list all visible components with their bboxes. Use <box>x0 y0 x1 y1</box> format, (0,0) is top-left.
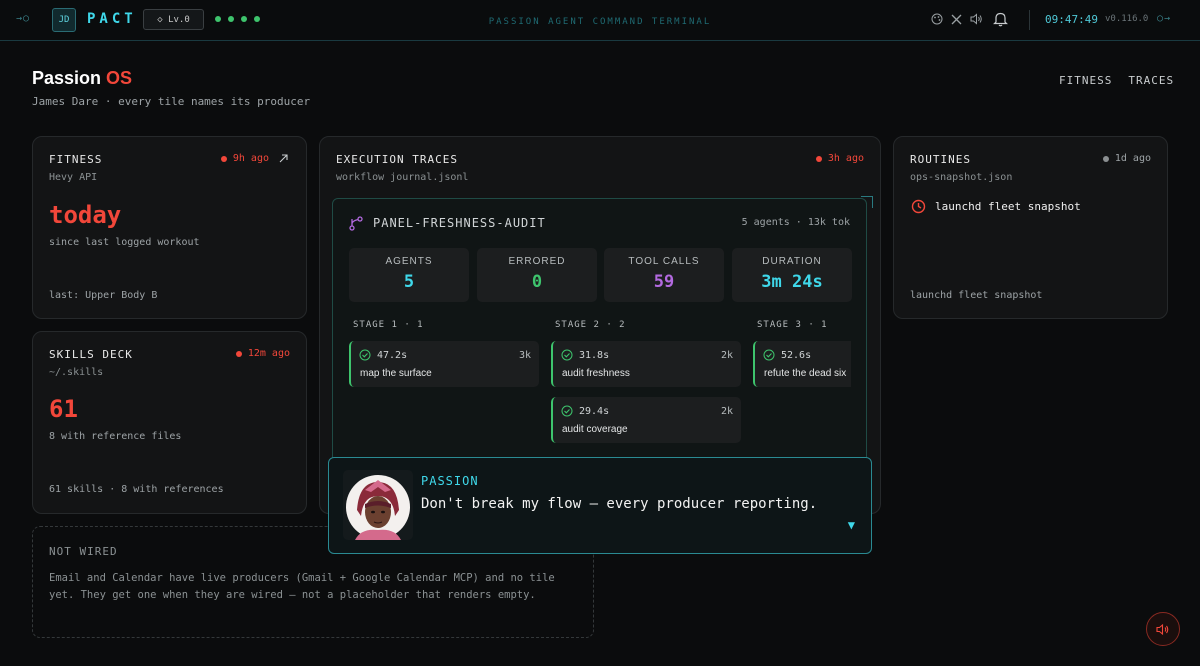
freshness-dot <box>220 155 227 162</box>
x-logo-icon[interactable] <box>951 14 962 25</box>
stat-tool-calls: TOOL CALLS 59 <box>604 248 724 302</box>
speaker-name: PASSION <box>421 474 479 488</box>
stat-agents: AGENTS 5 <box>349 248 469 302</box>
check-circle-icon <box>763 349 775 361</box>
character-portrait <box>343 470 413 540</box>
agent-card[interactable]: 52.6s refute the dead six <box>753 341 851 387</box>
card-source: ~/.skills <box>49 367 104 378</box>
stat-errored: ERRORED 0 <box>477 248 597 302</box>
title-main: Passion <box>32 68 102 88</box>
volume-icon <box>1156 623 1169 635</box>
page-title: Passion OS <box>32 68 132 89</box>
stat-value: 59 <box>653 272 675 292</box>
agent-name: map the surface <box>360 368 432 379</box>
check-circle-icon <box>561 405 573 417</box>
agent-name: audit coverage <box>562 424 628 435</box>
character-dialog[interactable]: PASSION Don't break my flow — every prod… <box>328 457 872 554</box>
stat-label: ERRORED <box>508 256 566 267</box>
not-wired-title: NOT WIRED <box>49 545 118 558</box>
card-source: ops-snapshot.json <box>910 172 1013 183</box>
stat-value: 0 <box>531 272 543 292</box>
volume-icon[interactable] <box>970 13 983 25</box>
freshness-dot <box>815 155 822 162</box>
stat-value: 5 <box>403 272 415 292</box>
age-label: 3h ago <box>827 153 864 164</box>
stage-label: STAGE 1 · 1 <box>353 320 424 330</box>
palette-icon[interactable] <box>931 13 943 25</box>
agent-time: 52.6s <box>781 350 812 361</box>
check-circle-icon <box>561 349 573 361</box>
stat-label: DURATION <box>762 256 822 267</box>
routines-card[interactable]: ROUTINES 1d ago ops-snapshot.json launch… <box>893 136 1168 319</box>
top-bar: →○ JD PACT ◇ Lv.0 PASSION AGENT COMMAND … <box>0 0 1200 41</box>
agent-tokens: 2k <box>720 406 733 417</box>
card-title: FITNESS <box>49 153 103 166</box>
headline-value: today <box>49 201 122 229</box>
headline-value: 61 <box>49 395 78 423</box>
freshness-badge: 9h ago <box>220 153 288 164</box>
stat-label: AGENTS <box>385 256 433 267</box>
agent-tokens: 3k <box>518 350 531 361</box>
stage-label: STAGE 3 · 1 <box>757 320 828 330</box>
age-label: 1d ago <box>1114 153 1151 164</box>
workflow-panel[interactable]: PANEL-FRESHNESS-AUDIT 5 agents · 13k tok… <box>332 196 873 478</box>
check-circle-icon <box>359 349 371 361</box>
title-accent: OS <box>106 68 133 88</box>
stat-value: 3m 24s <box>761 272 823 292</box>
nav-link-fitness[interactable]: FITNESS <box>1059 74 1112 87</box>
clock: 09:47:49 <box>1045 13 1098 26</box>
agent-card[interactable]: 31.8s 2k audit freshness <box>551 341 741 387</box>
agent-name: audit freshness <box>562 368 630 379</box>
routine-item: launchd fleet snapshot <box>935 200 1081 213</box>
clock-icon <box>911 199 926 214</box>
page-subtitle: James Dare · every tile names its produc… <box>32 95 311 108</box>
panel-corner <box>861 196 873 208</box>
top-nav: FITNESS TRACES <box>1059 74 1174 87</box>
external-link-icon[interactable] <box>279 154 288 163</box>
not-wired-body: Email and Calendar have live producers (… <box>49 572 555 601</box>
version-label: v0.116.0 <box>1105 14 1149 24</box>
nav-link-traces[interactable]: TRACES <box>1128 74 1174 87</box>
workflow-name: PANEL-FRESHNESS-AUDIT <box>373 216 546 230</box>
agent-time: 29.4s <box>579 406 610 417</box>
card-title: ROUTINES <box>910 153 971 166</box>
workflow-meta: 5 agents · 13k tok <box>741 217 850 228</box>
freshness-dot <box>1102 155 1109 162</box>
headline-caption: since last logged workout <box>49 237 200 248</box>
card-title: EXECUTION TRACES <box>336 153 458 166</box>
topbar-icons <box>931 13 983 25</box>
dialog-text: Don't break my flow — every producer rep… <box>421 496 818 512</box>
agent-time: 47.2s <box>377 350 408 361</box>
agent-card[interactable]: 29.4s 2k audit coverage <box>551 397 741 443</box>
stat-label: TOOL CALLS <box>628 256 700 267</box>
freshness-badge: 1d ago <box>1102 153 1151 164</box>
age-label: 9h ago <box>232 153 269 164</box>
card-footer: 61 skills · 8 with references <box>49 484 224 495</box>
age-label: 12m ago <box>247 348 290 359</box>
bell-icon[interactable] <box>993 11 1008 31</box>
headline-caption: 8 with reference files <box>49 431 182 442</box>
card-source: Hevy API <box>49 172 98 183</box>
card-source: workflow journal.jsonl <box>336 172 469 183</box>
stage-label: STAGE 2 · 2 <box>555 320 626 330</box>
card-footer: launchd fleet snapshot <box>910 290 1043 301</box>
freshness-badge: 3h ago <box>815 153 864 164</box>
freshness-dot <box>235 350 242 357</box>
continue-icon[interactable]: ▼ <box>848 518 855 532</box>
connector-arrow-right: ○→ <box>1157 13 1172 24</box>
branch-icon <box>349 216 363 231</box>
terminal-title: PASSION AGENT COMMAND TERMINAL <box>488 17 712 27</box>
card-title: SKILLS DECK <box>49 348 133 361</box>
fitness-card[interactable]: FITNESS 9h ago Hevy API today since last… <box>32 136 307 319</box>
divider <box>1029 10 1030 30</box>
agent-time: 31.8s <box>579 350 610 361</box>
sound-toggle-button[interactable] <box>1146 612 1180 646</box>
freshness-badge: 12m ago <box>235 348 290 359</box>
agent-tokens: 2k <box>720 350 733 361</box>
agent-card[interactable]: 47.2s 3k map the surface <box>349 341 539 387</box>
agent-name: refute the dead six <box>764 368 847 379</box>
card-footer: last: Upper Body B <box>49 290 158 301</box>
stat-duration: DURATION 3m 24s <box>732 248 852 302</box>
skills-card[interactable]: SKILLS DECK 12m ago ~/.skills 61 8 with … <box>32 331 307 514</box>
